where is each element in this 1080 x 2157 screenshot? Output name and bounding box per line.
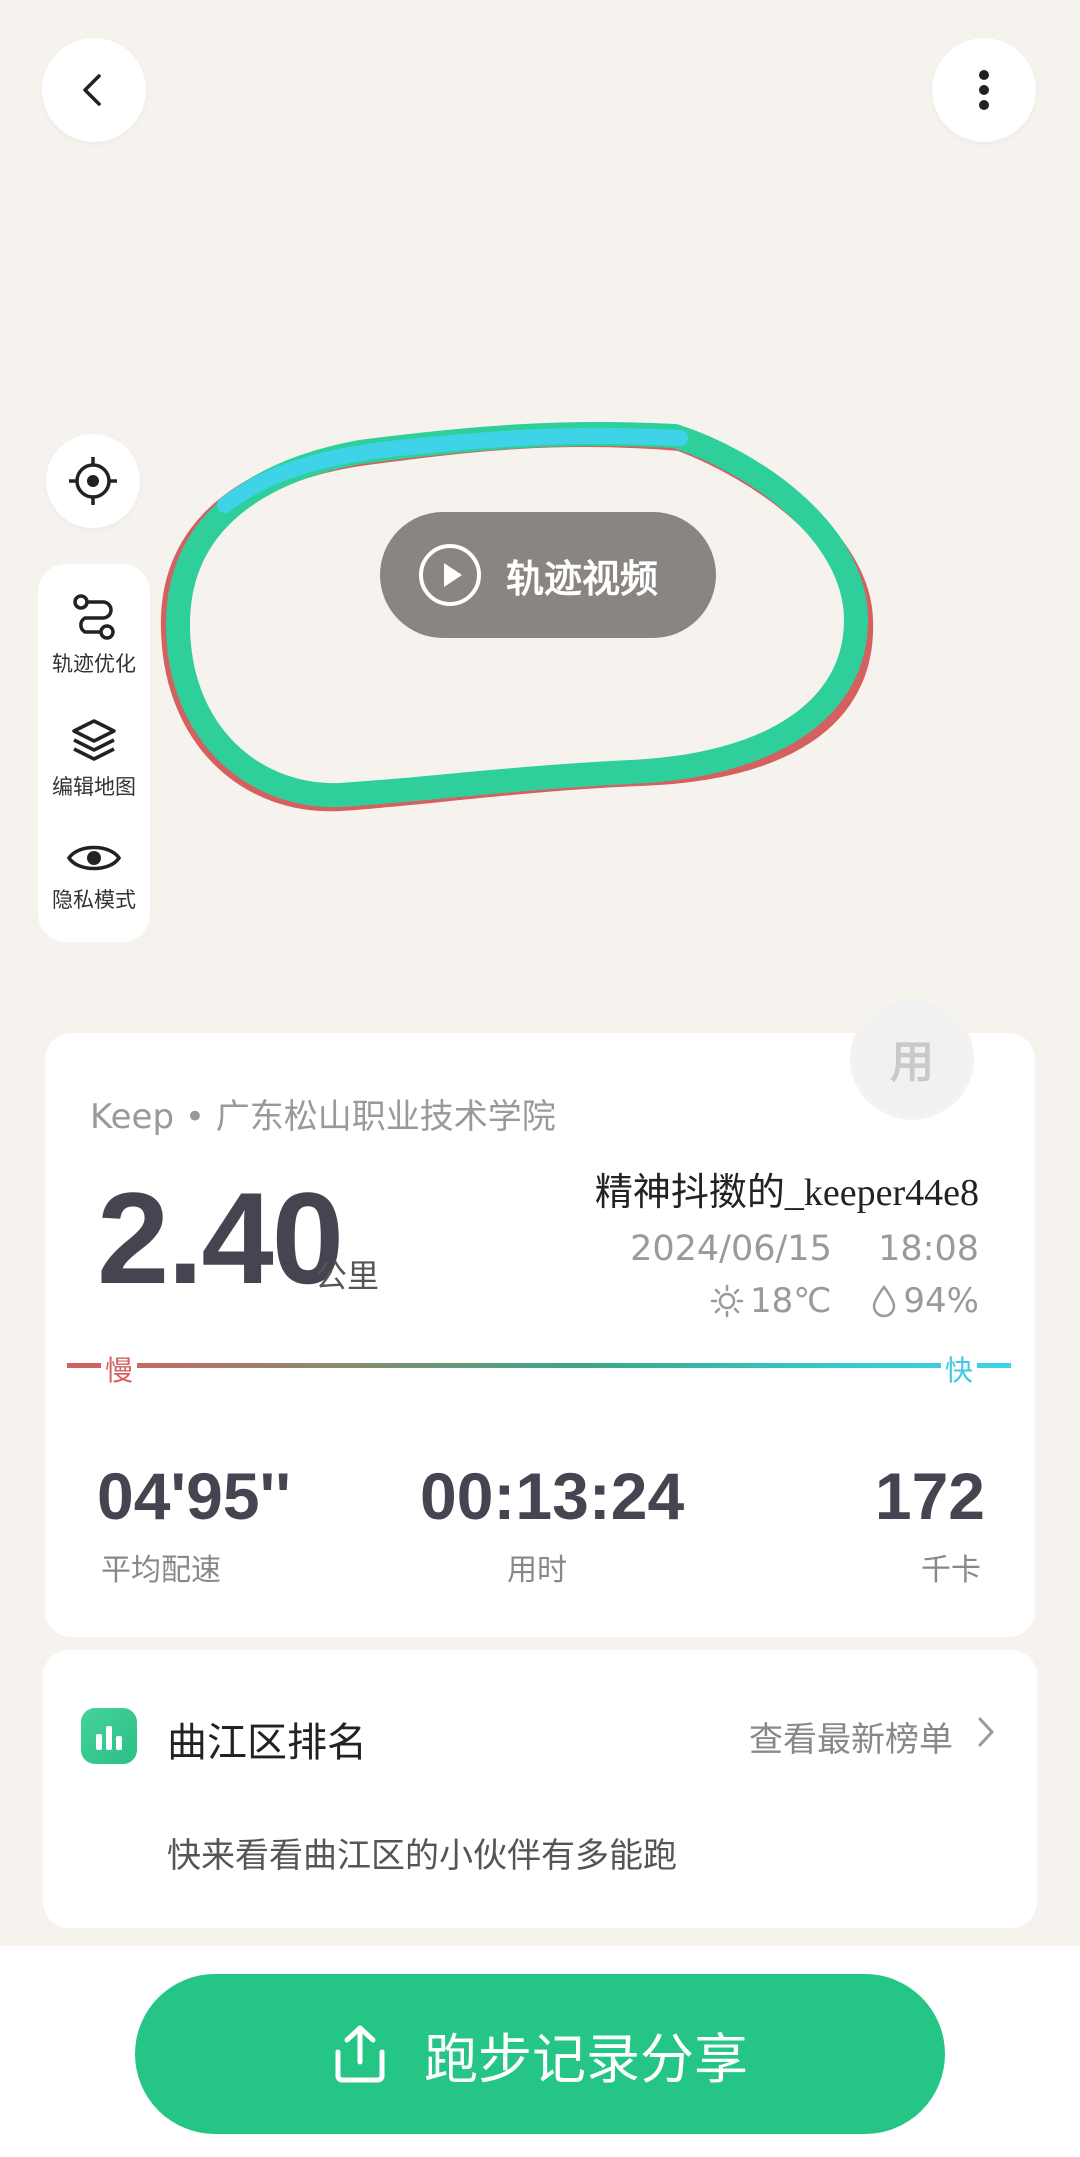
pace-fast-label: 快 xyxy=(941,1349,978,1389)
tool-route-optimize[interactable]: 轨迹优化 xyxy=(52,592,136,678)
tool-privacy-mode[interactable]: 隐私模式 xyxy=(52,838,136,914)
duration-value: 00:13:24 xyxy=(420,1459,685,1533)
layers-icon xyxy=(72,719,116,761)
tool-label: 编辑地图 xyxy=(52,774,136,799)
crosshair-icon xyxy=(69,457,117,505)
bottom-action-bar: 跑步记录分享 xyxy=(0,1946,1080,2157)
map-tool-panel: 轨迹优化 编辑地图 隐私模式 xyxy=(38,564,150,942)
track-video-label: 轨迹视频 xyxy=(506,556,659,601)
tool-edit-map[interactable]: 编辑地图 xyxy=(52,715,136,801)
ranking-card[interactable]: 曲江区排名 查看最新榜单 快来看看曲江区的小伙伴有多能跑 xyxy=(43,1650,1037,1928)
run-time: 18:08 xyxy=(878,1229,979,1269)
more-options-button[interactable] xyxy=(932,38,1036,142)
ranking-chart-icon xyxy=(81,1708,137,1764)
run-summary-card: Keep • 广东松山职业技术学院 2.40 公里 精神抖擞的_keeper44… xyxy=(45,1033,1035,1637)
run-source: Keep • 广东松山职业技术学院 xyxy=(90,1097,556,1137)
tool-label: 轨迹优化 xyxy=(52,652,136,677)
weather-info: 18℃ 94% xyxy=(710,1281,979,1321)
run-datetime: 2024/06/15 18:08 xyxy=(630,1229,979,1269)
map-view[interactable]: 轨迹优化 编辑地图 隐私模式 轨迹视频 xyxy=(0,0,1080,1030)
more-vertical-icon xyxy=(979,70,989,110)
view-leaderboard-link[interactable]: 查看最新榜单 xyxy=(749,1712,953,1761)
share-upload-icon xyxy=(335,2025,385,2083)
track-video-button[interactable]: 轨迹视频 xyxy=(380,512,716,638)
user-avatar[interactable]: 用 xyxy=(850,996,974,1120)
locate-button[interactable] xyxy=(46,434,140,528)
bar-chart-icon xyxy=(96,1726,122,1750)
avg-pace-value: 04'95'' xyxy=(97,1459,291,1533)
avg-pace-label: 平均配速 xyxy=(101,1553,221,1588)
humidity-drop-icon xyxy=(873,1284,896,1318)
duration-label: 用时 xyxy=(507,1553,567,1588)
username[interactable]: 精神抖擞的_keeper44e8 xyxy=(595,1161,979,1216)
share-run-button[interactable]: 跑步记录分享 xyxy=(135,1974,945,2134)
share-button-label: 跑步记录分享 xyxy=(424,2027,748,2091)
pace-slow-label: 慢 xyxy=(101,1349,138,1389)
calories-label: 千卡 xyxy=(921,1553,981,1588)
eye-icon xyxy=(66,845,122,870)
temperature: 18℃ xyxy=(749,1281,832,1321)
chevron-right-icon xyxy=(978,1717,994,1747)
distance-unit: 公里 xyxy=(315,1257,380,1295)
ranking-description: 快来看看曲江区的小伙伴有多能跑 xyxy=(167,1836,677,1876)
ranking-title: 曲江区排名 xyxy=(167,1720,367,1766)
route-optimize-icon xyxy=(73,594,115,641)
distance-value: 2.40 xyxy=(97,1165,344,1311)
calories-value: 172 xyxy=(874,1459,985,1533)
pace-gradient-bar xyxy=(67,1363,1011,1368)
run-date: 2024/06/15 xyxy=(630,1229,832,1269)
avatar-placeholder: 用 xyxy=(854,1000,970,1116)
back-arrow-icon xyxy=(83,74,101,106)
tool-label: 隐私模式 xyxy=(52,887,136,912)
play-icon xyxy=(419,544,481,606)
back-button[interactable] xyxy=(42,38,146,142)
sun-icon xyxy=(710,1284,744,1318)
humidity: 94% xyxy=(903,1281,979,1321)
